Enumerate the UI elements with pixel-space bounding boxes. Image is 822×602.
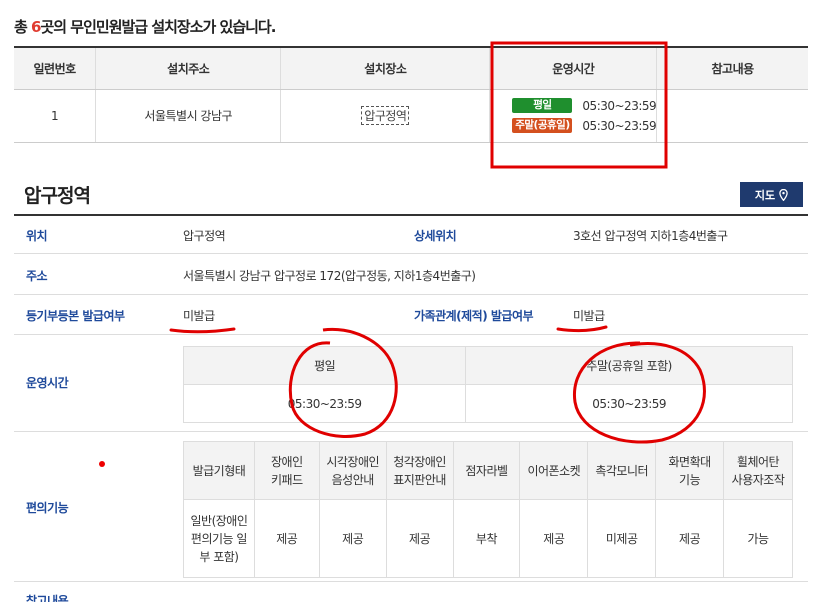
family-label: 가족관계(제적) 발급여부 xyxy=(414,309,534,323)
convenience-header-cell: 휠체어탄사용자조작 xyxy=(723,441,793,500)
hours-label: 운영시간 xyxy=(26,376,69,390)
convenience-value-text: 가능 xyxy=(747,531,769,546)
convenience-header-text: 점자라벨 xyxy=(465,463,508,478)
convenience-value-cell: 제공 xyxy=(655,499,725,578)
convenience-header-cell: 장애인키패드 xyxy=(253,441,320,500)
convenience-table: 발급기형태 장애인 키패드 시각장애인 음성안내 청각장애인 표지판안내 점자라벨 이어폰소켓 촉… xyxy=(183,441,793,578)
convenience-value-text: 제공 xyxy=(276,531,298,546)
convenience-value-text: 일반(장애인 xyxy=(190,513,248,528)
weekday-badge: 평일 xyxy=(512,98,573,113)
family-value: 미발급 xyxy=(573,309,605,323)
registry-label: 등기부등본 발급여부 xyxy=(26,309,125,323)
row-divider xyxy=(14,431,808,432)
summary-prefix: 총 xyxy=(14,18,32,36)
row-divider xyxy=(14,294,808,295)
table-row: 1 서울특별시 강남구 압구정역 평일 05:30~23:59 주말(공휴일) 05… xyxy=(14,89,808,143)
convenience-header-text: 장애인 xyxy=(271,454,303,469)
map-button-label: 지도 xyxy=(754,189,776,202)
note-cell xyxy=(656,89,808,143)
convenience-value-text: 부착 xyxy=(475,531,498,546)
summary-suffix: 곳의 무인민원발급 설치장소가 있습니다. xyxy=(40,18,276,36)
convenience-header-text: 키패드 xyxy=(271,472,303,487)
convenience-header-row: 발급기형태 장애인 키패드 시각장애인 음성안내 청각장애인 표지판안내 점자라벨 이어폰소켓 촉… xyxy=(183,441,793,500)
col-header-place: 설치장소 xyxy=(280,47,490,90)
location-label: 위치 xyxy=(26,229,48,243)
address-label: 주소 xyxy=(26,269,48,283)
weekend-header: 주말(공휴일 포함) xyxy=(465,346,793,385)
convenience-label: 편의기능 xyxy=(26,501,69,515)
annotation-dot xyxy=(99,461,105,467)
summary-text: 총 6곳의 무인민원발급 설치장소가 있습니다. xyxy=(14,16,276,37)
convenience-header-text: 청각장애인 xyxy=(393,454,446,469)
place-link[interactable]: 압구정역 xyxy=(361,106,410,125)
convenience-header-text: 휠체어탄 xyxy=(736,454,780,469)
weekend-badge: 주말(공휴일) xyxy=(512,118,573,133)
col-header-hours: 운영시간 xyxy=(489,47,657,90)
convenience-value-text: 제공 xyxy=(543,531,565,546)
convenience-header-cell: 시각장애인음성안내 xyxy=(318,441,387,500)
map-pin-icon xyxy=(779,188,788,201)
kiosk-list-table: 일련번호 설치주소 설치장소 운영시간 참고내용 1 서울특별시 강남구 압구정… xyxy=(14,46,808,143)
hours-cell: 평일 05:30~23:59 주말(공휴일) 05:30~23:59 xyxy=(489,89,657,143)
note-label: 참고내용 xyxy=(26,594,69,602)
weekend-hours: 05:30~23:59 xyxy=(582,118,657,133)
row-divider xyxy=(14,253,808,254)
convenience-header-text: 화면확대 xyxy=(668,454,711,469)
convenience-value-cell: 제공 xyxy=(385,499,454,578)
convenience-value-cell: 제공 xyxy=(519,499,589,578)
convenience-header-cell: 촉각모니터 xyxy=(587,441,657,500)
col-header-serial: 일련번호 xyxy=(14,47,96,90)
place-cell: 압구정역 xyxy=(280,89,490,143)
address-value: 서울특별시 강남구 압구정로 172(압구정동, 지하1층4번출구) xyxy=(183,269,476,283)
address-cell: 서울특별시 강남구 xyxy=(95,89,281,143)
convenience-value-cell: 일반(장애인편의기능 일부 포함) xyxy=(183,499,255,578)
detail-top-border xyxy=(14,214,808,216)
convenience-header-cell: 발급기형태 xyxy=(183,441,255,500)
convenience-header-text: 촉각모니터 xyxy=(595,463,649,478)
convenience-value-cell: 가능 xyxy=(723,499,793,578)
convenience-header-text: 기능 xyxy=(679,472,701,487)
col-header-note: 참고내용 xyxy=(656,47,808,90)
convenience-header-cell: 청각장애인표지판안내 xyxy=(385,441,454,500)
convenience-header-text: 사용자조작 xyxy=(731,472,785,487)
row-divider xyxy=(14,581,808,582)
weekday-hours-value: 05:30~23:59 xyxy=(182,384,467,423)
hours-table: 평일 주말(공휴일 포함) 05:30~23:59 05:30~23:59 xyxy=(182,346,793,423)
registry-value: 미발급 xyxy=(183,309,215,323)
weekend-hours-value: 05:30~23:59 xyxy=(465,384,793,423)
detail-location-value: 3호선 압구정역 지하1층4번출구 xyxy=(573,229,728,243)
col-header-address: 설치주소 xyxy=(95,47,281,90)
annotation-underline xyxy=(169,327,236,334)
convenience-value-cell: 제공 xyxy=(253,499,320,578)
convenience-header-cell: 점자라벨 xyxy=(452,441,521,500)
convenience-header-text: 표지판안내 xyxy=(393,472,446,487)
convenience-value-cell: 미제공 xyxy=(587,499,657,578)
convenience-value-text: 편의기능 일 xyxy=(190,531,248,546)
convenience-header-text: 발급기형태 xyxy=(192,463,246,478)
map-button[interactable]: 지도 xyxy=(740,182,803,207)
convenience-value-text: 제공 xyxy=(409,531,431,546)
detail-location-label: 상세위치 xyxy=(414,229,457,243)
convenience-value-row: 일반(장애인편의기능 일부 포함) 제공 제공 제공 부착 제공 미제공 제공 가능 xyxy=(183,499,793,578)
convenience-value-cell: 제공 xyxy=(318,499,387,578)
convenience-header-cell: 이어폰소켓 xyxy=(519,441,589,500)
serial-cell: 1 xyxy=(14,89,96,143)
convenience-header-text: 시각장애인 xyxy=(326,454,380,469)
row-divider xyxy=(14,334,808,335)
detail-title: 압구정역 xyxy=(24,185,91,207)
annotation-underline xyxy=(556,325,608,333)
weekday-hours: 05:30~23:59 xyxy=(582,98,657,113)
convenience-header-cell: 화면확대기능 xyxy=(655,441,725,500)
convenience-value-text: 부 포함) xyxy=(199,549,239,564)
convenience-value-text: 제공 xyxy=(342,531,364,546)
convenience-header-text: 이어폰소켓 xyxy=(527,463,581,478)
convenience-header-text: 음성안내 xyxy=(331,472,375,487)
location-value: 압구정역 xyxy=(183,229,226,243)
convenience-value-text: 미제공 xyxy=(605,531,638,546)
convenience-value-cell: 부착 xyxy=(452,499,521,578)
weekday-header: 평일 xyxy=(182,346,467,385)
convenience-value-text: 제공 xyxy=(679,531,701,546)
